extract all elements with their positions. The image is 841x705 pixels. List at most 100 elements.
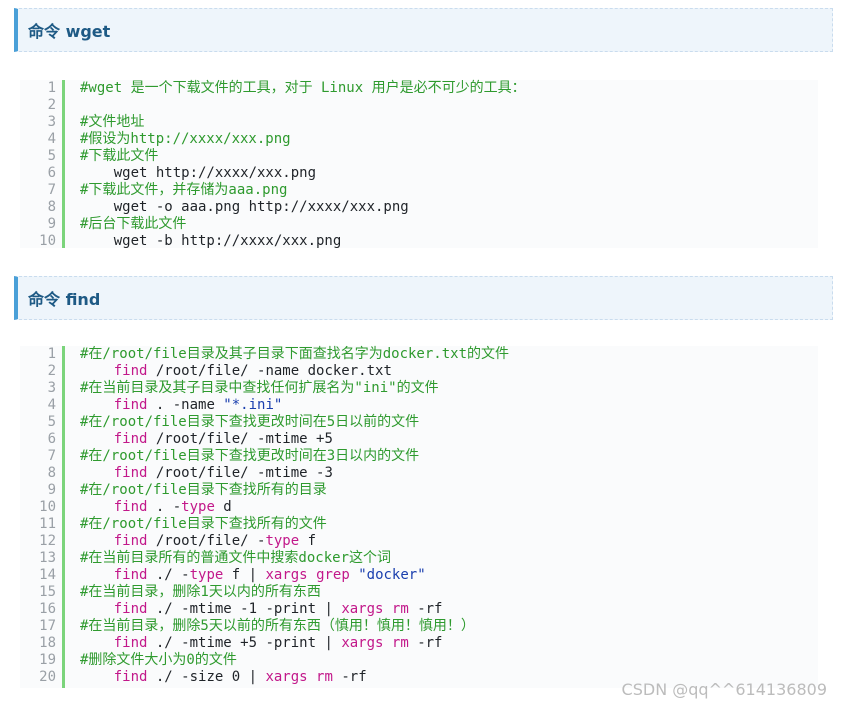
code-token: #后台下载此文件 (80, 216, 187, 232)
code-line: wget -b http://xxxx/xxx.png (80, 233, 526, 250)
line-number: 11 (39, 516, 56, 532)
line-number: 16 (39, 601, 56, 617)
section-heading-wget: 命令 wget (14, 8, 833, 52)
code-line: find /root/file/ -name docker.txt (80, 363, 509, 380)
line-number: 7 (47, 182, 56, 198)
code-token: #在/root/file目录下查找所有的文件 (80, 516, 327, 532)
code-line: #在/root/file目录及其子目录下面查找名字为docker.txt的文件 (80, 346, 509, 363)
code-token: #在/root/file目录下查找更改时间在3日以内的文件 (80, 448, 420, 464)
code-token: #在当前目录及其子目录中查找任何扩展名为"ini"的文件 (80, 380, 439, 396)
line-number: 15 (39, 584, 56, 600)
code-token: "*.ini" (223, 397, 283, 413)
code-token: find (113, 431, 148, 447)
code-token: . - (147, 499, 182, 515)
code-token: xargs (265, 669, 308, 685)
code-line: find ./ -size 0 | xargs rm -rf (80, 669, 509, 686)
code-token: "docker" (358, 567, 426, 583)
line-number: 14 (39, 567, 56, 583)
code-line: #下载此文件，并存储为aaa.png (80, 182, 526, 199)
line-number: 19 (39, 652, 56, 668)
line-number: 9 (47, 482, 56, 498)
code-token: grep (316, 567, 350, 583)
watermark: CSDN @qq^^614136809 (621, 680, 827, 699)
code-token: -rf (408, 635, 443, 651)
line-number: 3 (47, 114, 56, 130)
code-line: #文件地址 (80, 114, 526, 131)
line-number: 4 (47, 131, 56, 147)
line-number: 18 (39, 635, 56, 651)
code-token: #在/root/file目录下查找更改时间在5日以前的文件 (80, 414, 420, 430)
code-token: xargs (341, 601, 384, 617)
code-line: #下载此文件 (80, 148, 526, 165)
code-token: ./ -mtime +5 -print | (147, 635, 342, 651)
code-token: wget -o aaa.png http://xxxx/xxx.png (80, 199, 409, 215)
line-number: 10 (39, 499, 56, 515)
code-token: f | (223, 567, 266, 583)
code-token: find (113, 669, 148, 685)
code-line: find /root/file/ -mtime +5 (80, 431, 509, 448)
code-token: wget http://xxxx/xxx.png (80, 165, 317, 181)
code-token: #删除文件大小为0的文件 (80, 652, 237, 668)
code-line: #在当前目录，删除1天以内的所有东西 (80, 584, 509, 601)
section-heading-find: 命令 find (14, 276, 833, 320)
code-token: ./ -mtime -1 -print | (147, 601, 342, 617)
code-token: #在/root/file目录及其子目录下面查找名字为docker.txt的文件 (80, 346, 510, 362)
line-number: 4 (47, 397, 56, 413)
code-line: wget http://xxxx/xxx.png (80, 165, 526, 182)
code-block-find: 1 2 3 4 5 6 7 8 9 10 11 12 13 14 15 16 17 18 19 20 #在/root/… (20, 346, 818, 688)
line-number: 8 (47, 465, 56, 481)
code-token: -rf (332, 669, 367, 685)
line-number: 6 (47, 431, 56, 447)
code-token: /root/file/ -mtime -3 (147, 465, 333, 481)
section-title: 命令 wget (28, 22, 111, 41)
line-number: 12 (39, 533, 56, 549)
line-number: 1 (47, 80, 56, 96)
code-token: #在当前目录，删除1天以内的所有东西 (80, 584, 321, 600)
code-token: type (181, 499, 215, 515)
code-line: find . -name "*.ini" (80, 397, 509, 414)
code-token: #在当前目录所有的普通文件中搜索docker这个词 (80, 550, 391, 566)
code-token: /root/file/ -name docker.txt (147, 363, 392, 379)
code-token: find (113, 363, 148, 379)
line-number: 5 (47, 414, 56, 430)
code-token: /root/file/ - (147, 533, 266, 549)
code-token: type (189, 567, 224, 583)
code-line: wget -o aaa.png http://xxxx/xxx.png (80, 199, 526, 216)
code-body: #wget 是一个下载文件的工具，对于 Linux 用户是必不可少的工具： #文件… (80, 80, 526, 250)
code-line: find ./ -mtime -1 -print | xargs rm -rf (80, 601, 509, 618)
code-line: find . -type d (80, 499, 509, 516)
code-token: find (113, 635, 148, 651)
code-line: #在当前目录及其子目录中查找任何扩展名为"ini"的文件 (80, 380, 509, 397)
line-numbers: 1 2 3 4 5 6 7 8 9 10 11 12 13 14 15 16 17 18 19 20 (20, 346, 65, 688)
line-number: 1 (47, 346, 56, 362)
code-line: #在/root/file目录下查找所有的目录 (80, 482, 509, 499)
line-number: 8 (47, 199, 56, 215)
code-line: #在当前目录，删除5天以前的所有东西（慎用！慎用！慎用！） (80, 618, 509, 635)
code-token: find (113, 533, 148, 549)
code-token: find (113, 465, 148, 481)
code-token: #在当前目录，删除5天以前的所有东西（慎用！慎用！慎用！） (80, 618, 475, 634)
code-token: #下载此文件 (80, 148, 159, 164)
code-token: f (299, 533, 317, 549)
code-block-wget: 1 2 3 4 5 6 7 8 9 10 #wget 是一个下载文件的工具，对于 Linux 用户… (20, 80, 818, 250)
code-line: #在/root/file目录下查找所有的文件 (80, 516, 509, 533)
code-line: find ./ -type f | xargs grep "docker" (80, 567, 509, 584)
code-token: #下载此文件，并存储为aaa.png (80, 182, 288, 198)
line-number: 13 (39, 550, 56, 566)
code-token: find (113, 601, 148, 617)
code-token: . -name (147, 397, 224, 413)
code-token: ./ -size 0 | (147, 669, 266, 685)
code-body: #在/root/file目录及其子目录下面查找名字为docker.txt的文件 … (80, 346, 509, 686)
code-token: -rf (408, 601, 443, 617)
